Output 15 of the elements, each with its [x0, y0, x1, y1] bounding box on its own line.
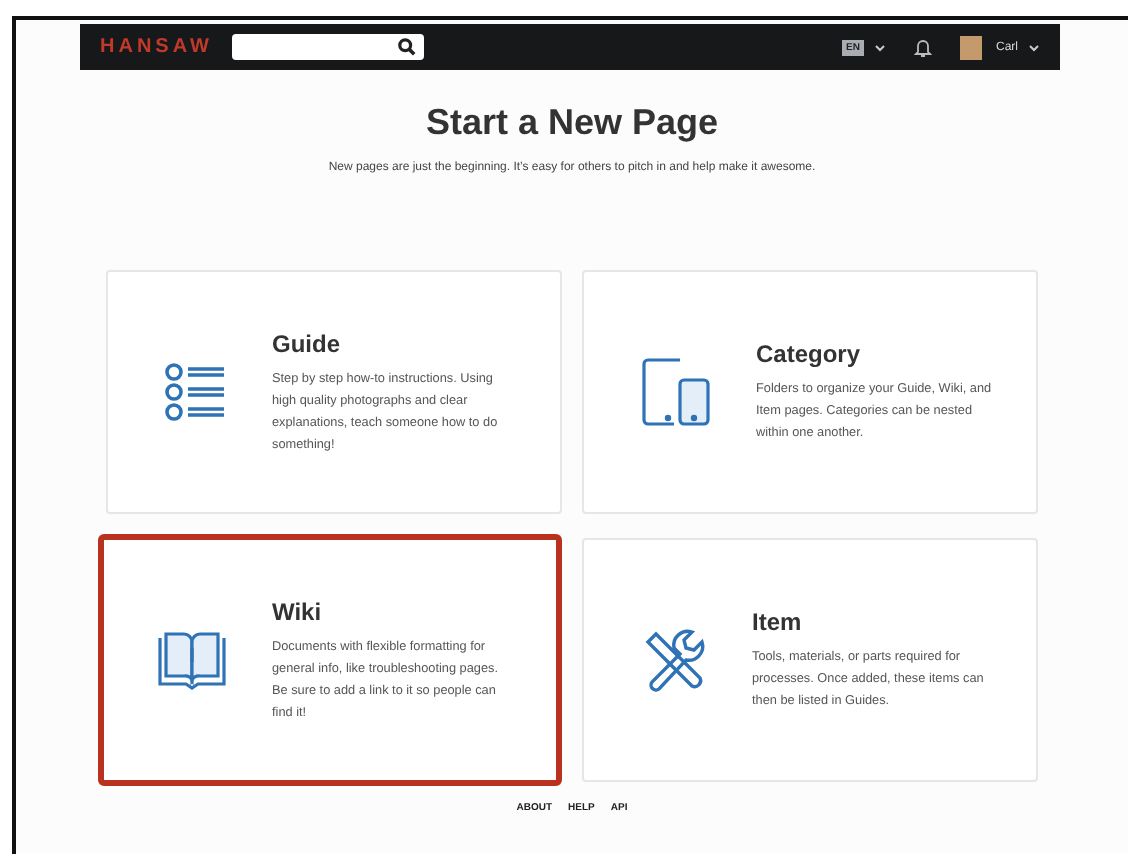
card-title: Category [756, 340, 863, 368]
book-icon [156, 630, 228, 690]
avatar[interactable] [959, 35, 982, 59]
caret-icon[interactable] [873, 43, 886, 51]
card-title: Wiki [272, 597, 324, 625]
card-title: Item [752, 608, 804, 636]
devices-icon [640, 356, 712, 428]
caret-icon[interactable] [1028, 43, 1040, 51]
card-title: Guide [272, 329, 343, 357]
page-title: Start a New Page [423, 102, 721, 144]
tools-icon [640, 626, 708, 694]
search-icon[interactable] [398, 38, 417, 56]
search-field[interactable] [232, 34, 425, 60]
bell-icon[interactable] [913, 37, 932, 57]
list-icon [164, 362, 228, 422]
